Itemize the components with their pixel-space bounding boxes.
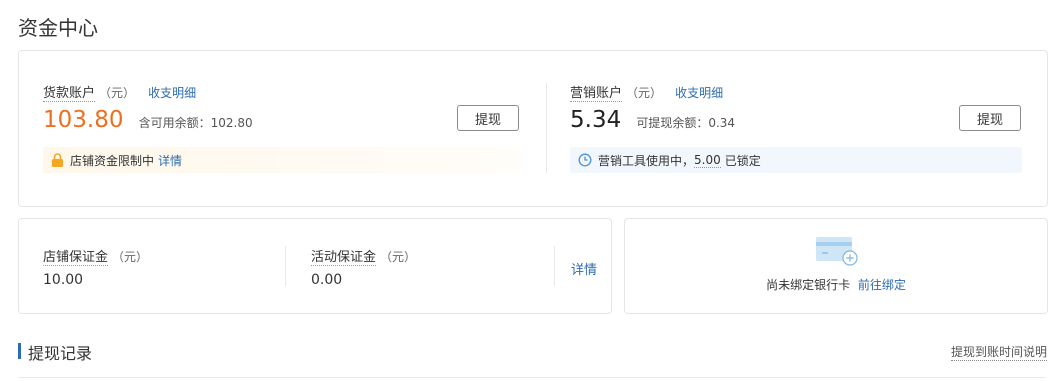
withdraw-arrival-time-help-link[interactable]: 提现到账时间说明 <box>951 343 1048 361</box>
goods-account-sub-value: 102.80 <box>210 116 253 130</box>
accounts-divider <box>546 83 547 173</box>
goods-account-detail-link[interactable]: 收支明细 <box>148 86 196 100</box>
marketing-notice-suffix: 已锁定 <box>724 153 761 168</box>
activity-deposit-header: 活动保证金 （元） <box>311 246 417 266</box>
goods-account-amount-row: 103.80 含可用余额：102.80 <box>43 107 253 133</box>
goods-account-amount: 103.80 <box>43 107 124 133</box>
goods-account-sub-label: 含可用余额： <box>138 116 211 130</box>
marketing-tool-notice: 营销工具使用中， 5.00 已锁定 <box>570 147 1022 173</box>
marketing-withdraw-button[interactable]: 提现 <box>959 105 1021 131</box>
shop-deposit-label: 店铺保证金 <box>43 250 109 266</box>
shop-deposit-header: 店铺保证金 （元） <box>43 246 149 266</box>
clock-icon <box>578 153 592 167</box>
deposits-card: 店铺保证金 （元） 10.00 活动保证金 （元） 0.00 详情 <box>18 218 612 314</box>
shop-deposit-unit: （元） <box>112 250 149 264</box>
accounts-card: 货款账户 （元） 收支明细 103.80 含可用余额：102.80 提现 店铺资金… <box>18 50 1048 207</box>
lock-icon <box>51 153 64 167</box>
goods-account-restriction-notice: 店铺资金限制中 详情 <box>43 147 521 173</box>
section-accent-bar <box>18 343 21 359</box>
goods-account-header: 货款账户 （元） 收支明细 <box>43 82 196 102</box>
bank-card-status: 尚未绑定银行卡 前往绑定 <box>625 276 1047 293</box>
withdraw-records-title: 提现记录 <box>28 344 93 363</box>
marketing-account-header: 营销账户 （元） 收支明细 <box>570 82 723 102</box>
goods-withdraw-button[interactable]: 提现 <box>457 105 519 131</box>
bank-card-panel: 尚未绑定银行卡 前往绑定 <box>624 218 1048 314</box>
bank-card-status-text: 尚未绑定银行卡 <box>766 278 851 292</box>
activity-deposit-value: 0.00 <box>311 272 343 288</box>
marketing-account-detail-link[interactable]: 收支明细 <box>675 86 723 100</box>
marketing-account-unit: （元） <box>626 86 663 100</box>
deposit-detail-divider <box>554 246 555 286</box>
shop-deposit-value: 10.00 <box>43 272 84 288</box>
records-divider <box>18 377 1046 378</box>
activity-deposit-unit: （元） <box>380 250 417 264</box>
bank-card-add-icon[interactable] <box>814 235 860 271</box>
marketing-account-label: 营销账户 <box>570 86 623 102</box>
marketing-account-sub-value: 0.34 <box>708 116 736 130</box>
bind-bank-card-link[interactable]: 前往绑定 <box>858 278 906 292</box>
marketing-notice-prefix: 营销工具使用中， <box>598 153 695 168</box>
restriction-text: 店铺资金限制中 <box>70 153 155 168</box>
activity-deposit-label: 活动保证金 <box>311 250 377 266</box>
restriction-detail-link[interactable]: 详情 <box>158 152 182 169</box>
deposit-divider <box>285 246 286 286</box>
marketing-locked-amount: 5.00 <box>694 152 721 168</box>
marketing-account-amount-row: 5.34 可提现余额：0.34 <box>570 107 735 133</box>
deposit-detail-link[interactable]: 详情 <box>571 259 597 278</box>
goods-account-unit: （元） <box>99 86 136 100</box>
marketing-account-amount: 5.34 <box>570 107 622 133</box>
page-title: 资金中心 <box>18 16 98 40</box>
marketing-account-sub-label: 可提现余额： <box>636 116 709 130</box>
goods-account-label: 货款账户 <box>43 86 96 102</box>
